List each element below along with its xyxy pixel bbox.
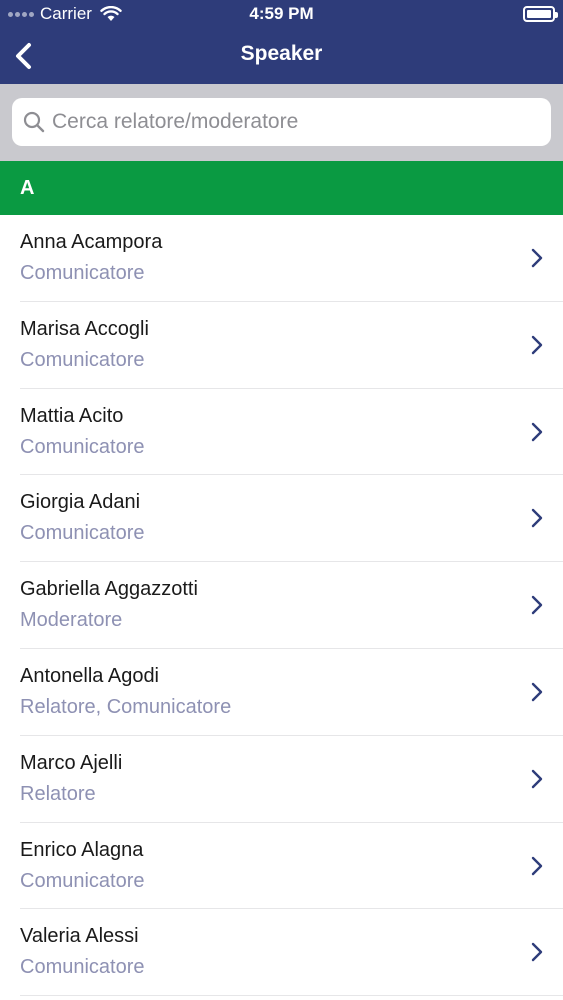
chevron-right-icon xyxy=(531,335,543,354)
speaker-role: Comunicatore xyxy=(20,348,145,371)
chevron-right-icon xyxy=(531,943,543,962)
page-title: Speaker xyxy=(240,42,323,65)
chevron-right-icon xyxy=(531,422,543,441)
list-item[interactable]: Mattia Acito Comunicatore xyxy=(0,389,563,476)
chevron-right-icon xyxy=(531,509,543,528)
speaker-name: Gabriella Aggazzotti xyxy=(20,578,198,601)
chevron-right-icon xyxy=(531,595,543,615)
speaker-name: Antonella Agodi xyxy=(20,664,160,687)
search-input[interactable] xyxy=(52,110,532,134)
speaker-name: Marco Ajelli xyxy=(20,751,123,774)
speaker-role: Comunicatore xyxy=(20,869,145,892)
speaker-name: Valeria Alessi xyxy=(20,925,139,948)
section-header-a: A xyxy=(0,161,563,215)
speaker-role: Comunicatore xyxy=(20,435,145,458)
speaker-name: Marisa Accogli xyxy=(20,317,149,340)
speaker-role: Comunicatore xyxy=(20,262,145,284)
chevron-right-icon xyxy=(531,856,543,875)
chevron-right-icon xyxy=(531,682,543,702)
list-item[interactable]: Anna Acampora Comunicatore xyxy=(0,215,563,302)
status-bar: Carrier 4:59 PM xyxy=(0,0,563,28)
chevron-right-icon xyxy=(531,248,543,268)
list-item[interactable]: Marco Ajelli Relatore xyxy=(0,736,563,823)
speaker-name: Mattia Acito xyxy=(20,404,124,427)
speaker-role: Moderatore xyxy=(20,609,123,632)
speaker-role: Relatore xyxy=(20,782,96,805)
speaker-name: Anna Acampora xyxy=(20,231,163,253)
list-item[interactable]: Gabriella Aggazzotti Moderatore xyxy=(0,562,563,649)
list-item[interactable]: Enrico Alagna Comunicatore xyxy=(0,823,563,910)
clock: 4:59 PM xyxy=(249,4,314,23)
list-item[interactable]: Valeria Alessi Comunicatore xyxy=(0,909,563,996)
chevron-right-icon xyxy=(531,769,543,788)
battery-icon xyxy=(523,6,558,22)
speaker-name: Giorgia Adani xyxy=(20,491,141,514)
speaker-role: Comunicatore xyxy=(20,956,145,979)
search-bar-container xyxy=(0,84,563,161)
speaker-list: Anna Acampora Comunicatore Marisa Accogl… xyxy=(0,215,563,996)
navigation-bar: Speaker xyxy=(0,28,563,84)
search-box[interactable] xyxy=(12,98,551,146)
list-item[interactable]: Marisa Accogli Comunicatore xyxy=(0,302,563,389)
speaker-role: Comunicatore xyxy=(20,522,145,545)
list-item[interactable]: Antonella Agodi Relatore, Comunicatore xyxy=(0,649,563,736)
header: Carrier 4:59 PM Speaker xyxy=(0,0,563,84)
list-item[interactable]: Giorgia Adani Comunicatore xyxy=(0,475,563,562)
search-icon xyxy=(23,111,45,133)
speaker-role: Relatore, Comunicatore xyxy=(20,695,232,718)
speaker-name: Enrico Alagna xyxy=(20,838,144,861)
